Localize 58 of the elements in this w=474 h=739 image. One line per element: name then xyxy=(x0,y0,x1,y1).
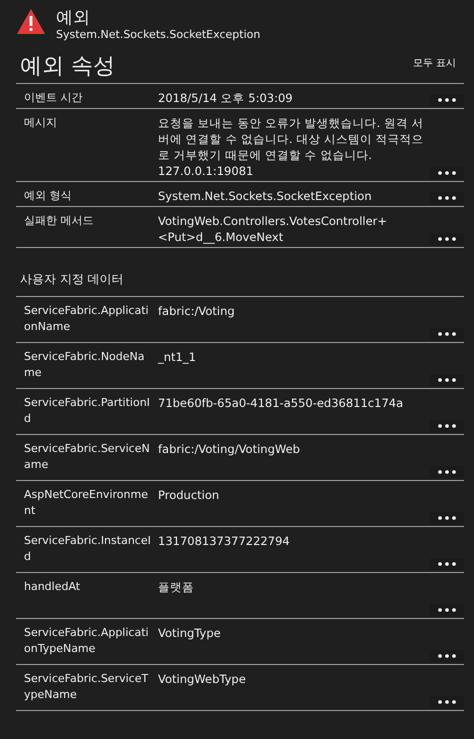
property-value: VotingWeb.Controllers.VotesController+<Put>d__6.MoveNext xyxy=(158,213,388,245)
property-key: AspNetCoreEnvironment xyxy=(24,487,158,524)
section-title: 예외 속성 xyxy=(20,53,115,81)
more-icon xyxy=(438,608,456,612)
property-key: 메시지 xyxy=(24,115,158,179)
property-value: fabric:/Voting xyxy=(158,303,236,320)
property-value: 2018/5/14 오후 5:03:09 xyxy=(158,90,294,106)
more-icon xyxy=(438,332,456,336)
more-icon xyxy=(438,700,456,704)
section-heading: 사용자 지정 데이터 xyxy=(16,248,464,297)
exception-type: System.Net.Sockets.SocketException xyxy=(56,28,260,41)
property-key: ServiceFabric.ServiceTypeName xyxy=(24,671,158,708)
property-value: Production xyxy=(158,487,220,504)
property-value: 71be60fb-65a0-4181-a550-ed36811c174a xyxy=(158,395,404,412)
property-value: System.Net.Sockets.SocketException xyxy=(158,188,373,204)
more-button[interactable] xyxy=(430,512,464,524)
more-button[interactable] xyxy=(430,558,464,570)
more-button[interactable] xyxy=(430,650,464,662)
property-key: ServiceFabric.ApplicationTypeName xyxy=(24,625,158,662)
more-button[interactable] xyxy=(430,696,464,708)
property-key: ServiceFabric.NodeName xyxy=(24,349,158,386)
more-button[interactable] xyxy=(430,94,464,106)
more-icon xyxy=(438,562,456,566)
more-button[interactable] xyxy=(430,420,464,432)
more-button[interactable] xyxy=(430,374,464,386)
property-key: ServiceFabric.ApplicationName xyxy=(24,303,158,340)
more-icon xyxy=(438,237,456,241)
property-value: 요청을 보내는 동안 오류가 발생했습니다. 원격 서버에 연결할 수 없습니다. 대상 시스템이 적극적으로 거부했기 때문에 연결할 수 없습니다. 127.0.0.1:19081 xyxy=(158,115,425,179)
more-button[interactable] xyxy=(430,328,464,340)
property-value: _nt1_1 xyxy=(158,349,197,366)
property-key: 예외 형식 xyxy=(24,188,158,204)
property-value: 131708137377222794 xyxy=(158,533,291,550)
property-value: fabric:/Voting/VotingWeb xyxy=(158,441,301,458)
property-key: ServiceFabric.InstanceId xyxy=(24,533,158,570)
property-key: handledAt xyxy=(24,579,158,616)
more-button[interactable] xyxy=(430,604,464,616)
more-icon xyxy=(438,516,456,520)
more-icon xyxy=(438,378,456,382)
show-all-link[interactable]: 모두 표시 xyxy=(412,56,464,81)
more-icon xyxy=(438,654,456,658)
property-value: VotingType xyxy=(158,625,222,642)
property-key: ServiceFabric.PartitionId xyxy=(24,395,158,432)
more-icon xyxy=(438,470,456,474)
exception-title: 예외 xyxy=(56,8,91,28)
property-value: VotingWebType xyxy=(158,671,247,688)
warning-icon xyxy=(16,8,46,35)
property-key: ServiceFabric.ServiceName xyxy=(24,441,158,478)
property-value: 플랫폼 xyxy=(158,579,195,596)
property-key: 실패한 메서드 xyxy=(24,213,158,245)
more-icon xyxy=(438,98,456,102)
more-icon xyxy=(438,171,456,175)
more-icon xyxy=(438,196,456,200)
more-icon xyxy=(438,424,456,428)
more-button[interactable] xyxy=(430,233,464,245)
more-button[interactable] xyxy=(430,466,464,478)
more-button[interactable] xyxy=(430,167,464,179)
property-key: 이벤트 시간 xyxy=(24,90,158,106)
more-button[interactable] xyxy=(430,192,464,204)
